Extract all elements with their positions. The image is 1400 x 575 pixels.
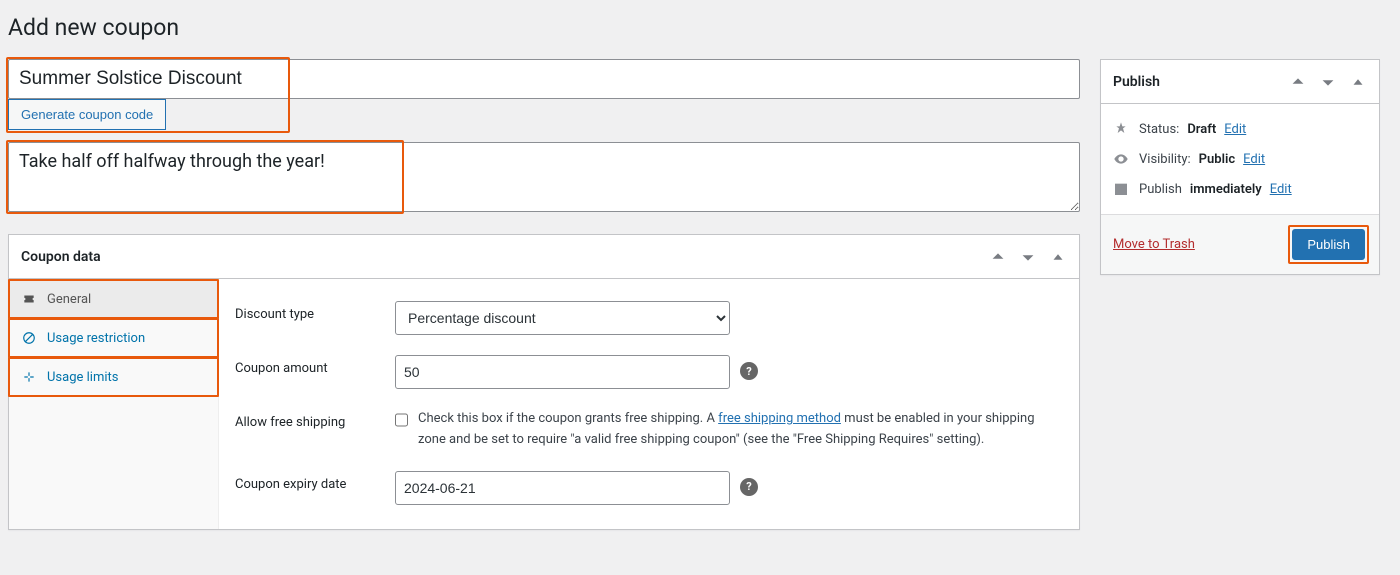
- publish-button[interactable]: Publish: [1292, 229, 1365, 260]
- pin-icon: [1113, 121, 1131, 137]
- expiry-date-input[interactable]: [395, 471, 730, 505]
- tab-usage-limits[interactable]: Usage limits: [9, 358, 218, 397]
- no-entry-icon: [21, 330, 37, 346]
- move-down-button[interactable]: [1013, 242, 1043, 272]
- coupon-amount-label: Coupon amount: [235, 355, 395, 376]
- status-label: Status:: [1139, 122, 1179, 137]
- coupon-amount-input[interactable]: [395, 355, 730, 389]
- eye-icon: [1113, 151, 1131, 167]
- discount-type-label: Discount type: [235, 301, 395, 322]
- toggle-panel-button[interactable]: [1343, 67, 1373, 97]
- free-shipping-checkbox[interactable]: [395, 411, 408, 429]
- discount-type-select[interactable]: Percentage discount: [395, 301, 730, 335]
- status-value: Draft: [1187, 122, 1216, 137]
- move-to-trash-link[interactable]: Move to Trash: [1113, 237, 1195, 252]
- coupon-title-input[interactable]: [8, 59, 1080, 99]
- chevron-down-icon: [1319, 73, 1337, 91]
- ticket-icon: [21, 291, 37, 307]
- publish-box: Publish S: [1100, 59, 1380, 275]
- chevron-up-icon: [1289, 73, 1307, 91]
- chevron-down-icon: [1019, 248, 1037, 266]
- coupon-data-title: Coupon data: [9, 249, 113, 265]
- edit-visibility-link[interactable]: Edit: [1243, 152, 1265, 167]
- coupon-description-textarea[interactable]: Take half off halfway through the year!: [8, 142, 1080, 212]
- generate-coupon-code-button[interactable]: Generate coupon code: [8, 99, 166, 130]
- page-title: Add new coupon: [8, 14, 1380, 41]
- free-shipping-label: Allow free shipping: [235, 409, 395, 430]
- tab-label: Usage restriction: [47, 331, 145, 346]
- coupon-data-tabs: General Usage restriction: [9, 279, 219, 529]
- expiry-date-label: Coupon expiry date: [235, 471, 395, 492]
- highlight-box: [8, 279, 219, 319]
- free-shipping-method-link[interactable]: free shipping method: [718, 411, 841, 426]
- schedule-label: Publish: [1139, 182, 1182, 197]
- visibility-value: Public: [1199, 152, 1235, 167]
- edit-status-link[interactable]: Edit: [1224, 122, 1246, 137]
- publish-box-title: Publish: [1101, 74, 1172, 90]
- visibility-label: Visibility:: [1139, 152, 1191, 167]
- move-down-button[interactable]: [1313, 67, 1343, 97]
- triangle-up-icon: [1049, 248, 1067, 266]
- help-icon[interactable]: ?: [740, 362, 758, 380]
- tab-label: General: [47, 292, 91, 307]
- help-icon[interactable]: ?: [740, 478, 758, 496]
- toggle-panel-button[interactable]: [1043, 242, 1073, 272]
- limits-icon: [21, 369, 37, 385]
- chevron-up-icon: [989, 248, 1007, 266]
- edit-schedule-link[interactable]: Edit: [1270, 182, 1292, 197]
- tab-general[interactable]: General: [9, 280, 218, 319]
- move-up-button[interactable]: [1283, 67, 1313, 97]
- triangle-up-icon: [1349, 73, 1367, 91]
- tab-label: Usage limits: [47, 370, 118, 385]
- move-up-button[interactable]: [983, 242, 1013, 272]
- tab-usage-restriction[interactable]: Usage restriction: [9, 319, 218, 358]
- coupon-data-box: Coupon data: [8, 234, 1080, 530]
- free-shipping-description: Check this box if the coupon grants free…: [418, 409, 1063, 451]
- calendar-icon: [1113, 181, 1131, 197]
- schedule-value: immediately: [1190, 182, 1262, 197]
